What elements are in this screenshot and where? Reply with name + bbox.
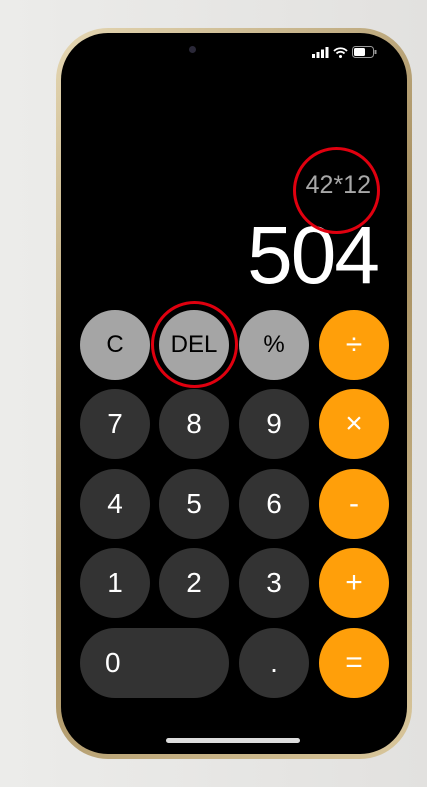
highlight-circle-expression xyxy=(293,147,380,234)
digit-1-button[interactable]: 1 xyxy=(80,548,150,618)
battery-icon xyxy=(352,46,377,58)
wifi-icon xyxy=(333,46,348,58)
digit-0-button[interactable]: 0 xyxy=(80,628,229,698)
digit-4-button[interactable]: 4 xyxy=(80,469,150,539)
camera-icon xyxy=(189,46,196,53)
percent-button[interactable]: % xyxy=(239,310,309,380)
calculator-screen: 42*12 504 C DEL% ÷ 7 8 9 × 4 5 6-1 2 3 +0. = xyxy=(61,33,407,754)
multiply-button[interactable]: × xyxy=(319,389,389,459)
digit-6-button[interactable]: 6 xyxy=(239,469,309,539)
equals-button[interactable]: = xyxy=(319,628,389,698)
digit-2-button[interactable]: 2 xyxy=(159,548,229,618)
decimal-button[interactable]: . xyxy=(239,628,309,698)
digit-9-button[interactable]: 9 xyxy=(239,389,309,459)
digit-3-button[interactable]: 3 xyxy=(239,548,309,618)
subtract-button[interactable]: - xyxy=(319,469,389,539)
signal-icon xyxy=(312,46,329,58)
highlight-circle-del xyxy=(151,301,238,388)
digit-7-button[interactable]: 7 xyxy=(80,389,150,459)
home-indicator[interactable] xyxy=(166,738,300,743)
add-button[interactable]: + xyxy=(319,548,389,618)
digit-8-button[interactable]: 8 xyxy=(159,389,229,459)
clear-button[interactable]: C xyxy=(80,310,150,380)
digit-5-button[interactable]: 5 xyxy=(159,469,229,539)
status-bar xyxy=(312,46,377,58)
divide-button[interactable]: ÷ xyxy=(319,310,389,380)
